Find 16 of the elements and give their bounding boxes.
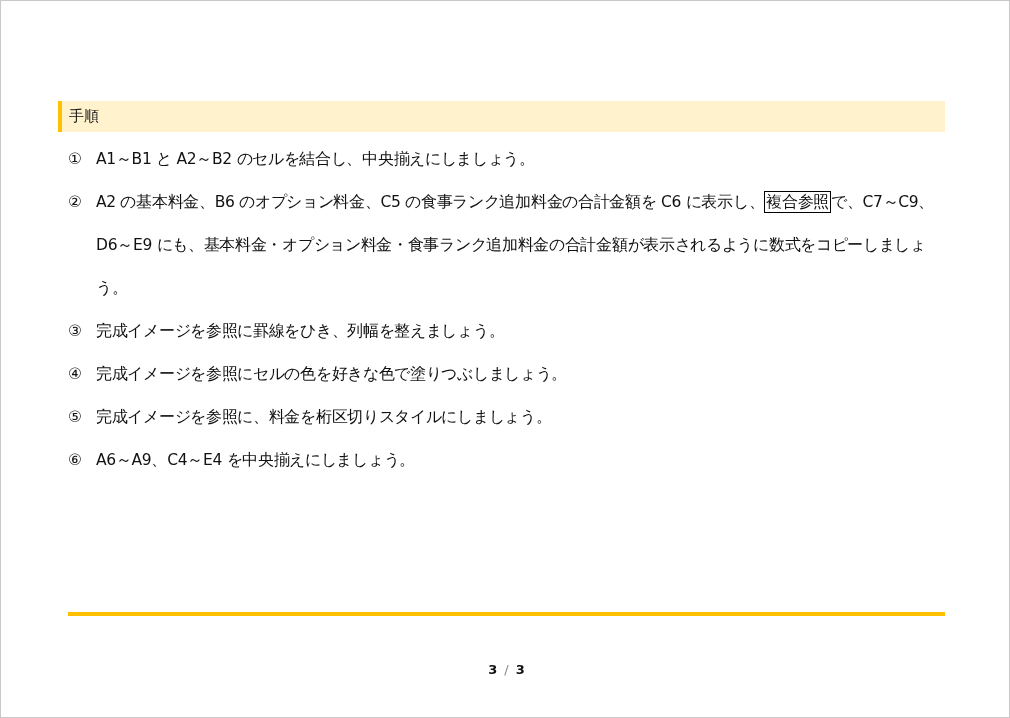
step-number: ④ bbox=[68, 364, 83, 385]
step-text: A6～A9、C4～E4 を中央揃えにしましょう。 bbox=[96, 450, 415, 471]
step-number: ② bbox=[68, 192, 83, 213]
total-page-count: 3 bbox=[515, 662, 525, 677]
step-text: 完成イメージを参照にセルの色を好きな色で塗りつぶしましょう。 bbox=[96, 364, 567, 385]
step-number: ③ bbox=[68, 321, 83, 342]
step-text: A2 の基本料金、B6 のオプション料金、C5 の食事ランク追加料金の合計金額を C6 に表示し、複合参照 で、C7～C9、D6～E9 にも、基本料金・オプション料金・食事ランク追加料金の合計金額が表示されるように数式をコピーしましょう。 bbox=[96, 190, 936, 299]
step-number: ⑤ bbox=[68, 407, 83, 428]
section-title: 手順 bbox=[69, 107, 99, 126]
page-separator: / bbox=[504, 662, 509, 677]
current-page-number: 3 bbox=[488, 662, 498, 677]
step-text: 完成イメージを参照に罫線をひき、列幅を整えましょう。 bbox=[96, 321, 505, 342]
step-number: ① bbox=[68, 149, 83, 170]
step-number: ⑥ bbox=[68, 450, 83, 471]
step-text: 完成イメージを参照に、料金を桁区切りスタイルにしましょう。 bbox=[96, 407, 552, 428]
step-text: A1～B1 と A2～B2 のセルを結合し、中央揃えにしましょう。 bbox=[96, 149, 535, 170]
